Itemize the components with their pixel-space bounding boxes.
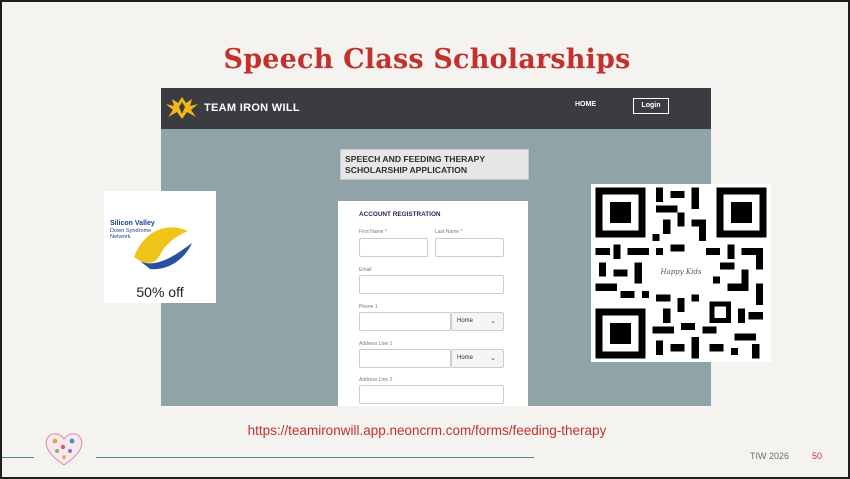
address2-field[interactable]: [359, 385, 504, 404]
qr-code-icon[interactable]: Happy Kids: [591, 184, 771, 362]
application-header-line1: SPEECH AND FEEDING THERAPY: [345, 154, 486, 164]
heart-logo-icon: [45, 433, 83, 466]
phone-type-value: Home: [457, 318, 474, 324]
team-iron-will-logo-icon: [166, 97, 198, 119]
phone-label: Phone 1: [359, 304, 378, 310]
chevron-down-icon: ⌄: [490, 318, 496, 325]
slide-title: Speech Class Scholarships: [223, 44, 631, 75]
qr-center-logo: Happy Kids: [653, 256, 709, 290]
sponsor-badge: Silicon Valley Down Syndrome Network 50%…: [104, 191, 216, 303]
sponsor-org-name: Silicon Valley Down Syndrome Network: [110, 220, 172, 241]
address1-type-value: Home: [457, 355, 474, 361]
application-header-line2: SCHOLARSHIP APPLICATION: [345, 165, 468, 175]
phone-type-select[interactable]: Home ⌄: [451, 312, 504, 331]
website-brand[interactable]: TEAM IRON WILL: [204, 102, 300, 114]
sponsor-org-line1: Silicon Valley: [110, 220, 155, 227]
application-header: SPEECH AND FEEDING THERAPY SCHOLARSHIP A…: [340, 149, 529, 180]
address1-label: Address Line 1: [359, 341, 393, 347]
phone-field[interactable]: [359, 312, 451, 331]
application-url-link[interactable]: https://teamironwill.app.neoncrm.com/for…: [2, 423, 850, 438]
footer-text: TIW 2026: [750, 451, 790, 461]
login-button[interactable]: Login: [633, 98, 669, 114]
last-name-field[interactable]: [435, 238, 504, 257]
sponsor-org-line3: Network: [110, 234, 131, 241]
footer-divider-left: [2, 457, 34, 458]
email-field[interactable]: [359, 275, 504, 294]
registration-form: ACCOUNT REGISTRATION First Name * Last N…: [338, 201, 528, 406]
first-name-field[interactable]: [359, 238, 428, 257]
nav-home-link[interactable]: HOME: [575, 101, 596, 108]
chevron-down-icon: ⌄: [490, 355, 496, 362]
slide: Speech Class Scholarships TEAM IRON WILL…: [0, 0, 850, 479]
footer-divider: [96, 457, 534, 458]
address1-field[interactable]: [359, 349, 451, 368]
website-navbar: TEAM IRON WILL HOME Login: [161, 88, 711, 129]
form-section-title: ACCOUNT REGISTRATION: [359, 211, 441, 218]
address2-label: Address Line 2: [359, 377, 393, 383]
qr-center-logo-text: Happy Kids: [660, 268, 702, 276]
page-number: 50: [812, 451, 823, 461]
last-name-label: Last Name *: [435, 229, 463, 235]
address1-type-select[interactable]: Home ⌄: [451, 349, 504, 368]
first-name-label: First Name *: [359, 229, 387, 235]
email-label: Email: [359, 267, 372, 273]
discount-label: 50% off: [136, 284, 184, 300]
